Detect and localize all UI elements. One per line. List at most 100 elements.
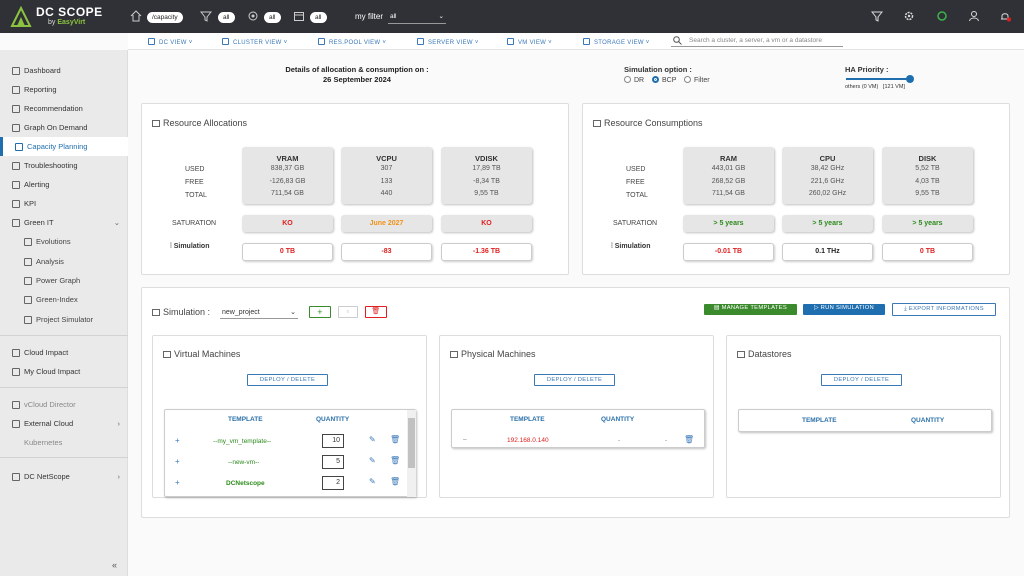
my-filter-select[interactable]: all ⌄ — [388, 10, 446, 24]
project-select[interactable]: new_project ⌄ — [220, 306, 298, 319]
total-label: TOTAL — [626, 192, 648, 199]
sidebar-item-kubernetes[interactable]: Kubernetes — [0, 433, 128, 452]
saturation-disk: > 5 years — [882, 215, 973, 232]
filter-all-pill-2[interactable]: all — [264, 12, 281, 23]
sidebar-item-dashboard[interactable]: Dashboard — [0, 61, 128, 80]
sidebar-item-reporting[interactable]: Reporting — [0, 80, 128, 99]
sidebar-item-power-graph[interactable]: Power Graph — [0, 271, 128, 290]
filter-all-pill-1[interactable]: all — [218, 12, 235, 23]
pencil-icon[interactable]: ✎ — [369, 435, 376, 444]
vm-icon — [163, 351, 171, 358]
logo-icon — [10, 6, 32, 27]
chevron-down-icon: ⌄ — [113, 218, 120, 227]
used-label: USED — [626, 166, 646, 173]
table-scrollbar[interactable] — [407, 410, 416, 497]
graph-icon — [12, 124, 20, 132]
manage-templates-button[interactable]: ▤ MANAGE TEMPLATES — [704, 304, 797, 315]
filter-all-pill-3[interactable]: all — [310, 12, 327, 23]
row-collapse-icon[interactable]: – — [463, 436, 467, 443]
simulation-row-label: ⫶ Simulation — [170, 243, 210, 250]
pencil-icon[interactable]: ✎ — [369, 477, 376, 486]
sidebar-item-alerting[interactable]: Alerting — [0, 175, 128, 194]
leaf-icon — [12, 219, 20, 227]
saturation-ram: > 5 years — [683, 215, 774, 232]
metric-box-ram: RAM 443,01 GB 268,52 GB 711,54 GB — [683, 147, 774, 204]
option-dr-radio[interactable]: DR — [624, 76, 644, 84]
simulator-icon — [24, 316, 32, 324]
ds-deploy-delete-button[interactable]: DEPLOY / DELETE — [821, 374, 902, 386]
card-title: Resource Consumptions — [593, 118, 703, 128]
vm-quantity-input[interactable]: 5 — [322, 455, 344, 469]
ha-priority-slider[interactable] — [846, 78, 910, 80]
sidebar-item-vcloud-director[interactable]: vCloud Director — [0, 395, 128, 414]
pencil-icon[interactable]: ✎ — [369, 456, 376, 465]
dc-scope-logo[interactable]: DC SCOPE by EasyVirt — [10, 3, 130, 30]
calendar-icon[interactable] — [293, 10, 305, 22]
expand-icon[interactable]: + — [175, 457, 180, 466]
status-icon[interactable] — [936, 10, 948, 22]
simulation-row-label: ⫶ Simulation — [611, 243, 651, 250]
search-input[interactable]: Search a cluster, a server, a vm or a da… — [671, 35, 843, 47]
gear-icon[interactable] — [903, 10, 915, 22]
sidebar-item-my-cloud-impact[interactable]: My Cloud Impact — [0, 362, 128, 381]
sidebar-item-recommendation[interactable]: Recommendation — [0, 99, 128, 118]
saturation-vcpu: June 2027 — [341, 215, 432, 232]
dashboard-icon — [12, 67, 20, 75]
sidebar-item-dc-netscope[interactable]: DC NetScope › — [0, 467, 128, 486]
sidebar-item-troubleshooting[interactable]: Troubleshooting — [0, 156, 128, 175]
view-nav: DC VIEW ˅ CLUSTER VIEW ˅ RES.POOL VIEW ˅… — [128, 33, 1024, 50]
filter-icon[interactable] — [200, 10, 212, 22]
vm-quantity-input[interactable]: 2 — [322, 476, 344, 490]
sidebar-item-evolutions[interactable]: Evolutions — [0, 232, 128, 251]
trash-icon[interactable]: 🗑 — [390, 435, 400, 444]
top-bar: DC SCOPE by EasyVirt /capacity all all a… — [0, 0, 1024, 33]
sidebar-item-cloud-impact[interactable]: Cloud Impact — [0, 343, 128, 362]
pm-deploy-delete-button[interactable]: DEPLOY / DELETE — [534, 374, 615, 386]
trash-icon[interactable]: 🗑 — [390, 456, 400, 465]
metric-box-vcpu: VCPU 307 133 440 — [341, 147, 432, 204]
sidebar-item-project-simulator[interactable]: Project Simulator — [0, 310, 128, 329]
ha-slider-handle[interactable] — [906, 75, 914, 83]
expand-icon[interactable]: + — [175, 436, 180, 445]
trash-icon[interactable]: 🗑 — [390, 477, 400, 486]
scrollbar-thumb[interactable] — [408, 418, 415, 468]
run-simulation-button[interactable]: ▷ RUN SIMULATION — [803, 304, 885, 315]
delete-project-button[interactable]: 🗑 — [365, 306, 387, 318]
sidebar-item-analysis[interactable]: Analysis — [0, 252, 128, 271]
sidebar-item-kpi[interactable]: KPI — [0, 194, 128, 213]
nav-vm-view[interactable]: VM VIEW ˅ — [507, 38, 552, 46]
vm-deploy-delete-button[interactable]: DEPLOY / DELETE — [247, 374, 328, 386]
save-project-button[interactable]: ▫ — [338, 306, 358, 318]
sidebar-item-green-it[interactable]: Green IT ⌄ — [0, 213, 128, 232]
respool-view-icon — [318, 38, 325, 45]
target-icon[interactable] — [247, 10, 259, 22]
trash-icon[interactable]: 🗑 — [684, 435, 694, 444]
sidebar-item-graph-on-demand[interactable]: Graph On Demand — [0, 118, 128, 137]
nav-dc-view[interactable]: DC VIEW ˅ — [148, 38, 193, 46]
user-icon[interactable] — [968, 10, 980, 22]
simulation-option-label: Simulation option : — [624, 65, 692, 74]
option-filter-radio[interactable]: Filter — [684, 76, 710, 84]
option-bcp-radio[interactable]: BCP — [652, 76, 676, 84]
metric-box-cpu: CPU 38,42 GHz 221,6 GHz 260,02 GHz — [782, 147, 873, 204]
nav-cluster-view[interactable]: CLUSTER VIEW ˅ — [222, 38, 287, 46]
sidebar-item-capacity-planning[interactable]: Capacity Planning — [0, 137, 128, 156]
expand-icon[interactable]: + — [175, 478, 180, 487]
nav-storage-view[interactable]: STORAGE VIEW ˅ — [583, 38, 650, 46]
collapse-sidebar-icon[interactable]: « — [112, 560, 117, 570]
saturation-vram: KO — [242, 215, 333, 232]
export-informations-button[interactable]: ⤓ EXPORT INFORMATIONS — [892, 303, 996, 316]
add-project-button[interactable]: + — [309, 306, 331, 318]
bell-icon[interactable] — [999, 10, 1011, 22]
funnel-menu-icon[interactable] — [871, 10, 883, 22]
vm-quantity-input[interactable]: 10 — [322, 434, 344, 448]
chevron-down-icon: ⌄ — [438, 13, 444, 20]
sidebar-item-green-index[interactable]: Green-Index — [0, 290, 128, 309]
nav-server-view[interactable]: SERVER VIEW ˅ — [417, 38, 479, 46]
nav-respool-view[interactable]: RES.POOL VIEW ˅ — [318, 38, 386, 46]
sidebar-divider — [0, 335, 128, 336]
path-pill[interactable]: /capacity — [147, 12, 183, 23]
sidebar-item-external-cloud[interactable]: External Cloud › — [0, 414, 128, 433]
sliders-icon — [152, 309, 160, 316]
home-icon[interactable] — [130, 10, 142, 22]
